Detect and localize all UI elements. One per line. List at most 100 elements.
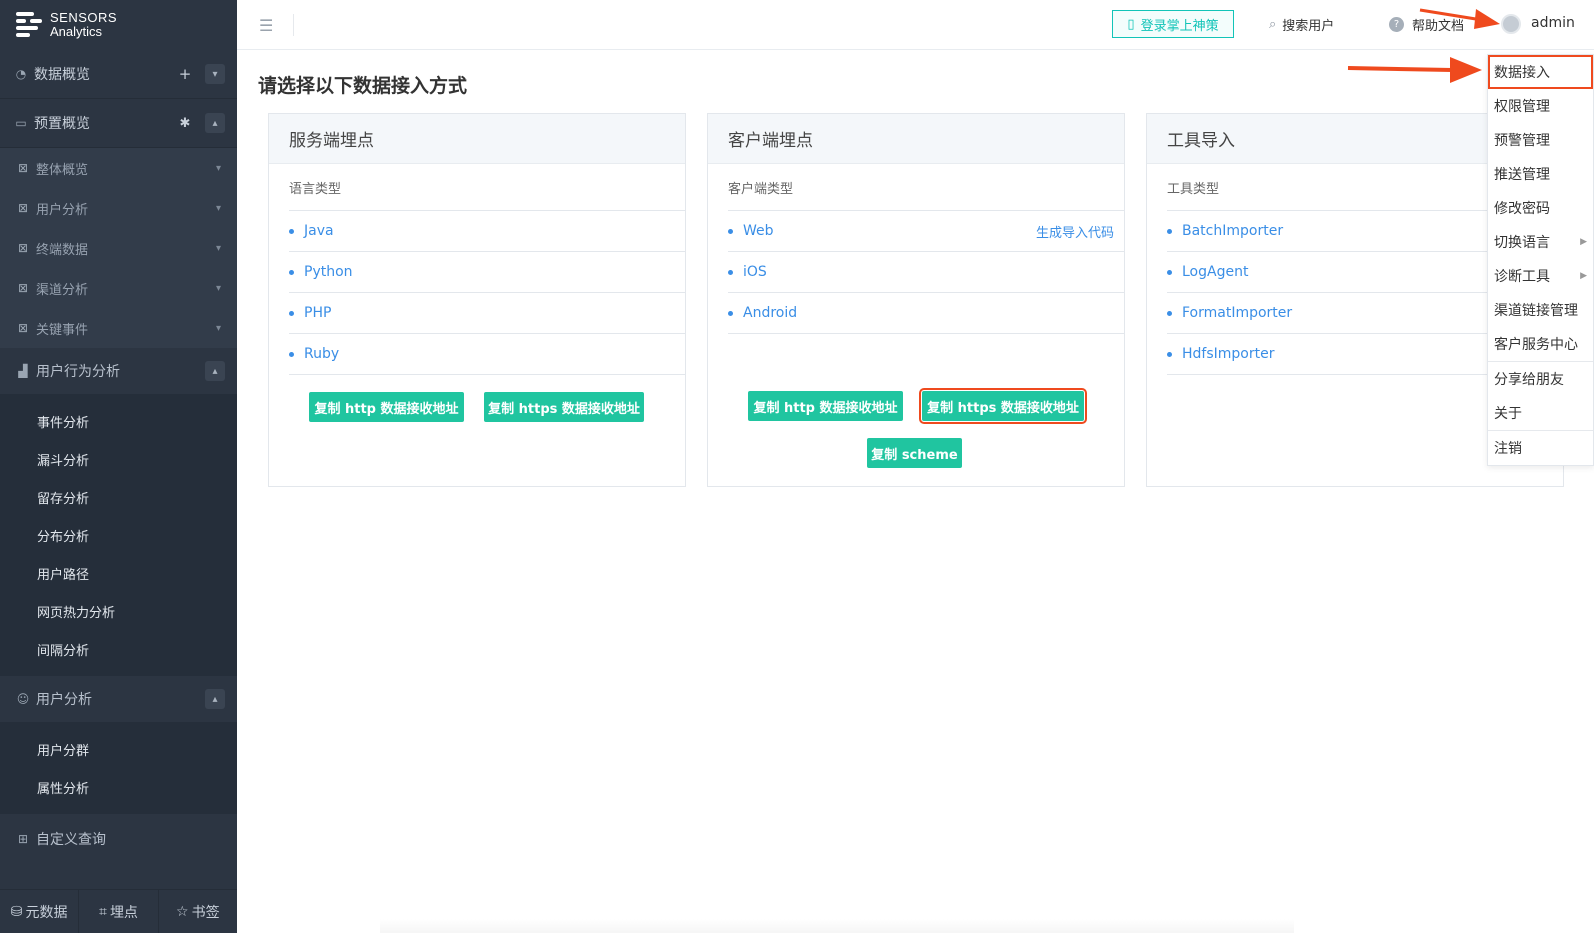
chart-icon: ⊠: [17, 201, 29, 215]
logo[interactable]: SENSORS Analytics: [0, 0, 237, 50]
type-label: 语言类型: [289, 164, 685, 211]
menu-item-diagnostics[interactable]: 诊断工具 ▶: [1488, 259, 1593, 293]
menu-item-about[interactable]: 关于: [1488, 396, 1593, 430]
menu-item-customer-service[interactable]: 客户服务中心: [1488, 327, 1593, 361]
chevron-up-icon[interactable]: ▴: [205, 361, 225, 381]
copy-http-button[interactable]: 复制 http 数据接收地址: [748, 391, 903, 421]
chevron-right-icon: ▶: [1580, 271, 1587, 281]
star-icon: ☆: [176, 903, 189, 920]
bullet-icon: [289, 269, 294, 275]
generate-code-link[interactable]: 生成导入代码: [1036, 222, 1114, 241]
chevron-right-icon: ▶: [1580, 237, 1587, 247]
list-item[interactable]: iOS: [728, 252, 1124, 293]
nav-preset-overview[interactable]: ▭ 预置概览 ✱ ▴: [0, 99, 237, 148]
user-name[interactable]: admin: [1531, 15, 1575, 31]
copy-https-button[interactable]: 复制 https 数据接收地址: [919, 388, 1087, 424]
user-sub-list: 用户分群 属性分析: [0, 722, 237, 814]
menu-item-language[interactable]: 切换语言 ▶: [1488, 225, 1593, 259]
menu-item-change-password[interactable]: 修改密码: [1488, 191, 1593, 225]
chart-icon: ⊠: [17, 281, 29, 295]
sidebar-item-event-analysis[interactable]: 事件分析: [0, 402, 237, 440]
chevron-down-icon: ▾: [215, 242, 221, 254]
menu-item-share[interactable]: 分享给朋友: [1488, 362, 1593, 396]
sensors-logo-icon: [16, 10, 42, 40]
chevron-down-icon: ▾: [215, 282, 221, 294]
list-item[interactable]: Web 生成导入代码: [728, 211, 1124, 252]
bar-chart-icon: ▟: [18, 364, 28, 378]
server-tracking-card: 服务端埋点 语言类型 Java Python PHP Ruby 复制 http …: [268, 113, 686, 487]
sidebar-item-channel[interactable]: ⊠ 渠道分析 ▾: [0, 268, 237, 308]
menu-toggle-icon[interactable]: ☰: [259, 16, 273, 35]
list-item[interactable]: PHP: [289, 293, 685, 334]
bullet-icon: [728, 228, 733, 234]
page-title: 请选择以下数据接入方式: [258, 75, 468, 97]
type-label: 客户端类型: [728, 164, 1124, 211]
sidebar-item-terminal[interactable]: ⊠ 终端数据 ▾: [0, 228, 237, 268]
sidebar-bottom-bar: ⛁ 元数据 ⌗ 埋点 ☆ 书签: [0, 889, 237, 933]
add-icon[interactable]: +: [175, 64, 195, 84]
client-tracking-card: 客户端埋点 客户端类型 Web 生成导入代码 iOS Android 复制 htt…: [707, 113, 1125, 487]
sidebar-item-user-analysis[interactable]: ⊠ 用户分析 ▾: [0, 188, 237, 228]
behavior-sub-list: 事件分析 漏斗分析 留存分析 分布分析 用户路径 网页热力分析 间隔分析: [0, 394, 237, 676]
menu-item-channel-links[interactable]: 渠道链接管理: [1488, 293, 1593, 327]
list-item[interactable]: Java: [289, 211, 685, 252]
chevron-down-icon[interactable]: ▾: [205, 64, 225, 84]
sidebar-item-funnel[interactable]: 漏斗分析: [0, 440, 237, 478]
chevron-up-icon[interactable]: ▴: [205, 113, 225, 133]
gear-icon[interactable]: ✱: [175, 113, 195, 133]
copy-scheme-button[interactable]: 复制 scheme: [867, 438, 962, 468]
copy-https-button[interactable]: 复制 https 数据接收地址: [484, 392, 644, 422]
sidebar-item-distribution[interactable]: 分布分析: [0, 516, 237, 554]
sidebar-item-retention[interactable]: 留存分析: [0, 478, 237, 516]
menu-item-permissions[interactable]: 权限管理: [1488, 89, 1593, 123]
list-item[interactable]: Python: [289, 252, 685, 293]
nav-custom-query[interactable]: ⊞ 自定义查询: [0, 814, 237, 864]
top-header: ☰ ▯ 登录掌上神策 ⌕ 搜索用户 ? 帮助文档 admin: [237, 0, 1594, 50]
bullet-icon: [728, 269, 733, 275]
sidebar-item-overall[interactable]: ⊠ 整体概览 ▾: [0, 148, 237, 188]
bullet-icon: [1167, 310, 1172, 316]
copy-http-button[interactable]: 复制 http 数据接收地址: [309, 392, 464, 422]
card-title: 客户端埋点: [708, 114, 1124, 164]
chevron-down-icon: ▾: [215, 162, 221, 174]
search-user-link[interactable]: ⌕ 搜索用户: [1269, 15, 1334, 34]
user-dropdown-menu: 数据接入 权限管理 预警管理 推送管理 修改密码 切换语言 ▶ 诊断工具 ▶ 渠道链…: [1487, 54, 1594, 466]
menu-item-logout[interactable]: 注销: [1488, 431, 1593, 465]
menu-item-data-access[interactable]: 数据接入: [1488, 55, 1593, 89]
bullet-icon: [1167, 228, 1172, 234]
chevron-up-icon[interactable]: ▴: [205, 689, 225, 709]
bullet-icon: [728, 310, 733, 316]
bullet-icon: [289, 351, 294, 357]
list-item[interactable]: Ruby: [289, 334, 685, 375]
chevron-down-icon: ▾: [215, 322, 221, 334]
sidebar-item-key-events[interactable]: ⊠ 关键事件 ▾: [0, 308, 237, 348]
help-icon: ?: [1389, 17, 1404, 32]
sidebar-item-user-path[interactable]: 用户路径: [0, 554, 237, 592]
chevron-down-icon: ▾: [215, 202, 221, 214]
chart-icon: ⊠: [17, 321, 29, 335]
arrow-to-data-access-icon: [1347, 57, 1482, 83]
sidebar-item-heatmap[interactable]: 网页热力分析: [0, 592, 237, 630]
bullet-icon: [289, 228, 294, 234]
tracking-button[interactable]: ⌗ 埋点: [79, 890, 159, 933]
help-docs-link[interactable]: ? 帮助文档: [1389, 15, 1464, 34]
bullet-icon: [1167, 269, 1172, 275]
chart-icon: ⊠: [17, 161, 29, 175]
bookmark-button[interactable]: ☆ 书签: [159, 890, 237, 933]
sidebar-item-user-segment[interactable]: 用户分群: [0, 730, 237, 768]
nav-user-analysis[interactable]: ☺ 用户分析 ▴: [0, 676, 237, 722]
database-icon: ⛁: [10, 903, 23, 920]
sidebar-item-interval[interactable]: 间隔分析: [0, 630, 237, 668]
mobile-login-button[interactable]: ▯ 登录掌上神策: [1112, 10, 1234, 38]
nav-data-overview[interactable]: ◔ 数据概览 + ▾: [0, 50, 237, 99]
avatar[interactable]: [1501, 14, 1521, 34]
sidebar-item-property-analysis[interactable]: 属性分析: [0, 768, 237, 806]
grid-icon: ⊞: [17, 832, 29, 846]
menu-item-alerts[interactable]: 预警管理: [1488, 123, 1593, 157]
metadata-button[interactable]: ⛁ 元数据: [0, 890, 80, 933]
nav-behavior-analysis[interactable]: ▟ 用户行为分析 ▴: [0, 348, 237, 394]
menu-item-push[interactable]: 推送管理: [1488, 157, 1593, 191]
list-item[interactable]: Android: [728, 293, 1124, 334]
logo-text: SENSORS Analytics: [50, 10, 118, 39]
tracking-icon: ⌗: [99, 903, 107, 920]
